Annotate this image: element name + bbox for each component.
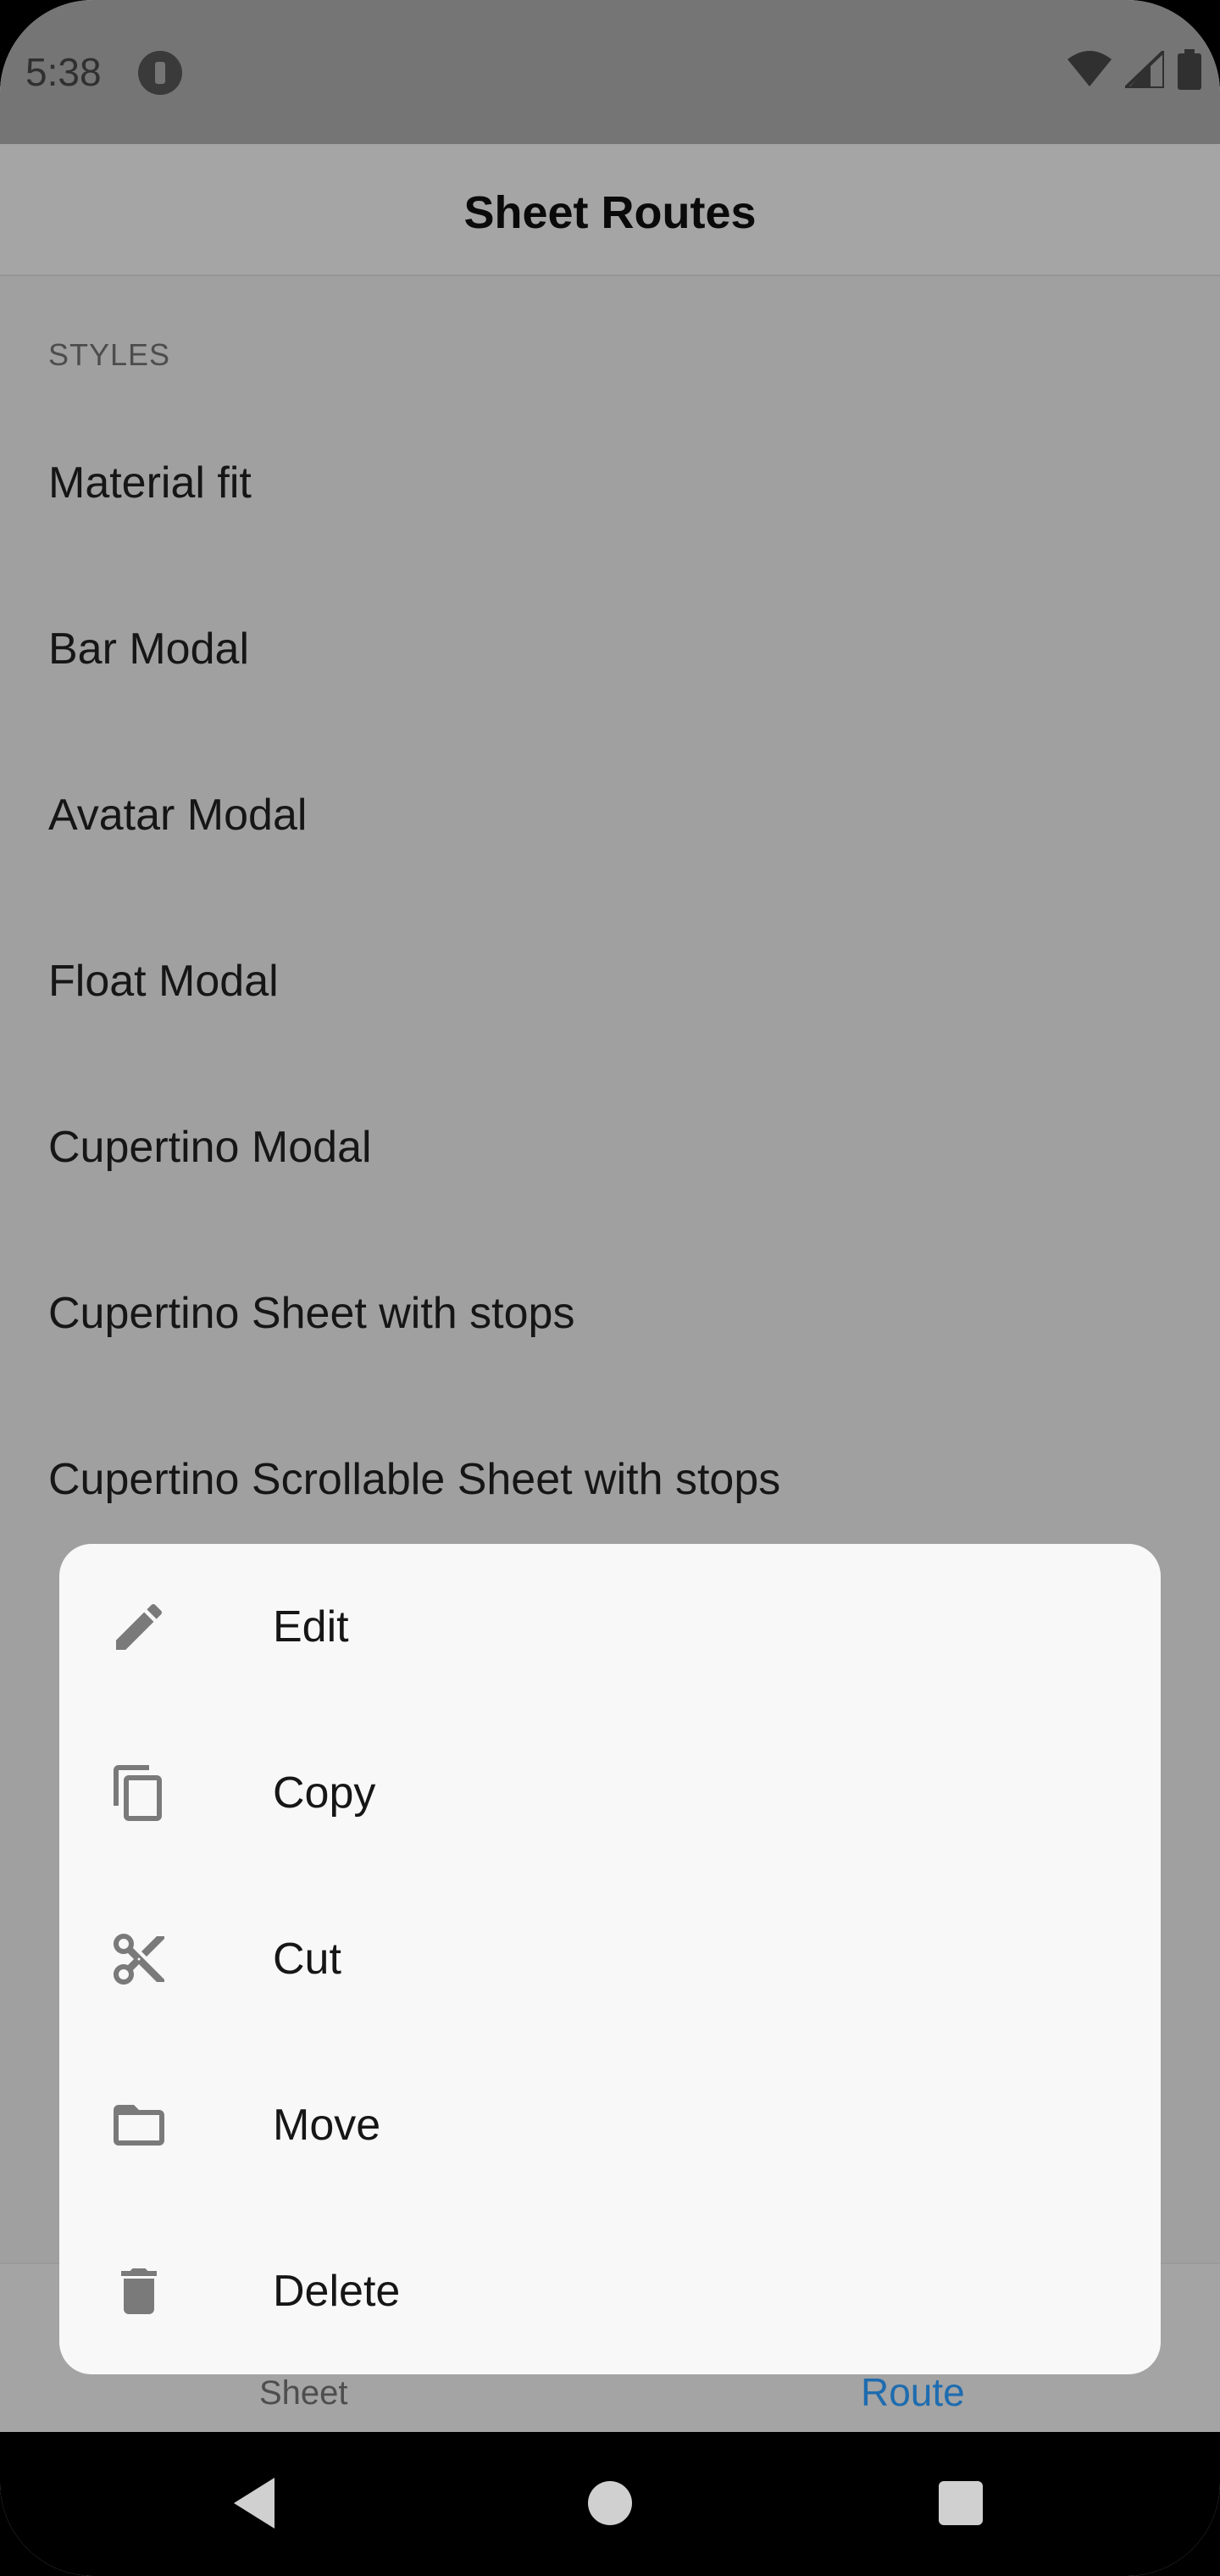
home-icon[interactable] — [588, 2481, 632, 2525]
menu-item-delete[interactable]: Delete — [59, 2208, 1161, 2374]
list-item-cupertino-modal[interactable]: Cupertino Modal — [0, 1064, 1220, 1230]
menu-item-label: Edit — [273, 1602, 349, 1652]
menu-item-edit[interactable]: Edit — [59, 1544, 1161, 1710]
list-item-material-fit[interactable]: Material fit — [0, 400, 1220, 566]
folder-icon — [114, 2105, 164, 2146]
status-icons — [1068, 49, 1201, 90]
list-item-label: Cupertino Scrollable Sheet with stops — [48, 1455, 781, 1504]
trash-icon — [121, 2268, 157, 2314]
menu-item-label: Delete — [273, 2267, 401, 2316]
signal-icon — [1125, 51, 1164, 88]
battery-icon — [1178, 49, 1201, 90]
wifi-icon — [1068, 51, 1112, 86]
phone-screen: 5:38 Sheet Routes STYLES Material fit Ba… — [0, 0, 1220, 2576]
menu-item-label: Copy — [273, 1768, 376, 1818]
menu-item-copy[interactable]: Copy — [59, 1710, 1161, 1876]
list-item-float-modal[interactable]: Float Modal — [0, 898, 1220, 1064]
list-item-bar-modal[interactable]: Bar Modal — [0, 566, 1220, 732]
list-item-label: Float Modal — [48, 957, 279, 1006]
section-header-styles: STYLES — [48, 337, 171, 372]
tab-route[interactable]: Route — [861, 2369, 965, 2415]
list-item-cupertino-sheet-stops[interactable]: Cupertino Sheet with stops — [0, 1230, 1220, 1396]
menu-item-move[interactable]: Move — [59, 2042, 1161, 2208]
status-time: 5:38 — [25, 50, 102, 94]
app-bar: Sheet Routes — [0, 144, 1220, 276]
status-bar: 5:38 — [0, 0, 1220, 144]
list-item-label: Bar Modal — [48, 625, 249, 674]
list-item-label: Avatar Modal — [48, 791, 308, 840]
page-title: Sheet Routes — [463, 187, 757, 238]
list-item-cupertino-scrollable-sheet-stops[interactable]: Cupertino Scrollable Sheet with stops — [0, 1396, 1220, 1563]
pencil-icon — [116, 1603, 163, 1650]
recents-icon[interactable] — [939, 2481, 983, 2525]
scissors-icon — [114, 1934, 164, 1985]
list-item-avatar-modal[interactable]: Avatar Modal — [0, 732, 1220, 898]
menu-item-cut[interactable]: Cut — [59, 1876, 1161, 2042]
system-navigation-bar — [0, 2432, 1220, 2576]
list-item-label: Cupertino Sheet with stops — [48, 1289, 575, 1338]
action-sheet: Edit Copy Cut Move Delete — [59, 1544, 1161, 2374]
copy-icon — [114, 1765, 162, 1821]
menu-item-label: Move — [273, 2101, 381, 2150]
app-notification-icon — [138, 51, 182, 95]
list-item-label: Material fit — [48, 458, 252, 508]
tab-sheet[interactable]: Sheet — [259, 2374, 348, 2412]
list-item-label: Cupertino Modal — [48, 1123, 372, 1172]
back-icon[interactable] — [234, 2478, 274, 2529]
menu-item-label: Cut — [273, 1935, 341, 1984]
